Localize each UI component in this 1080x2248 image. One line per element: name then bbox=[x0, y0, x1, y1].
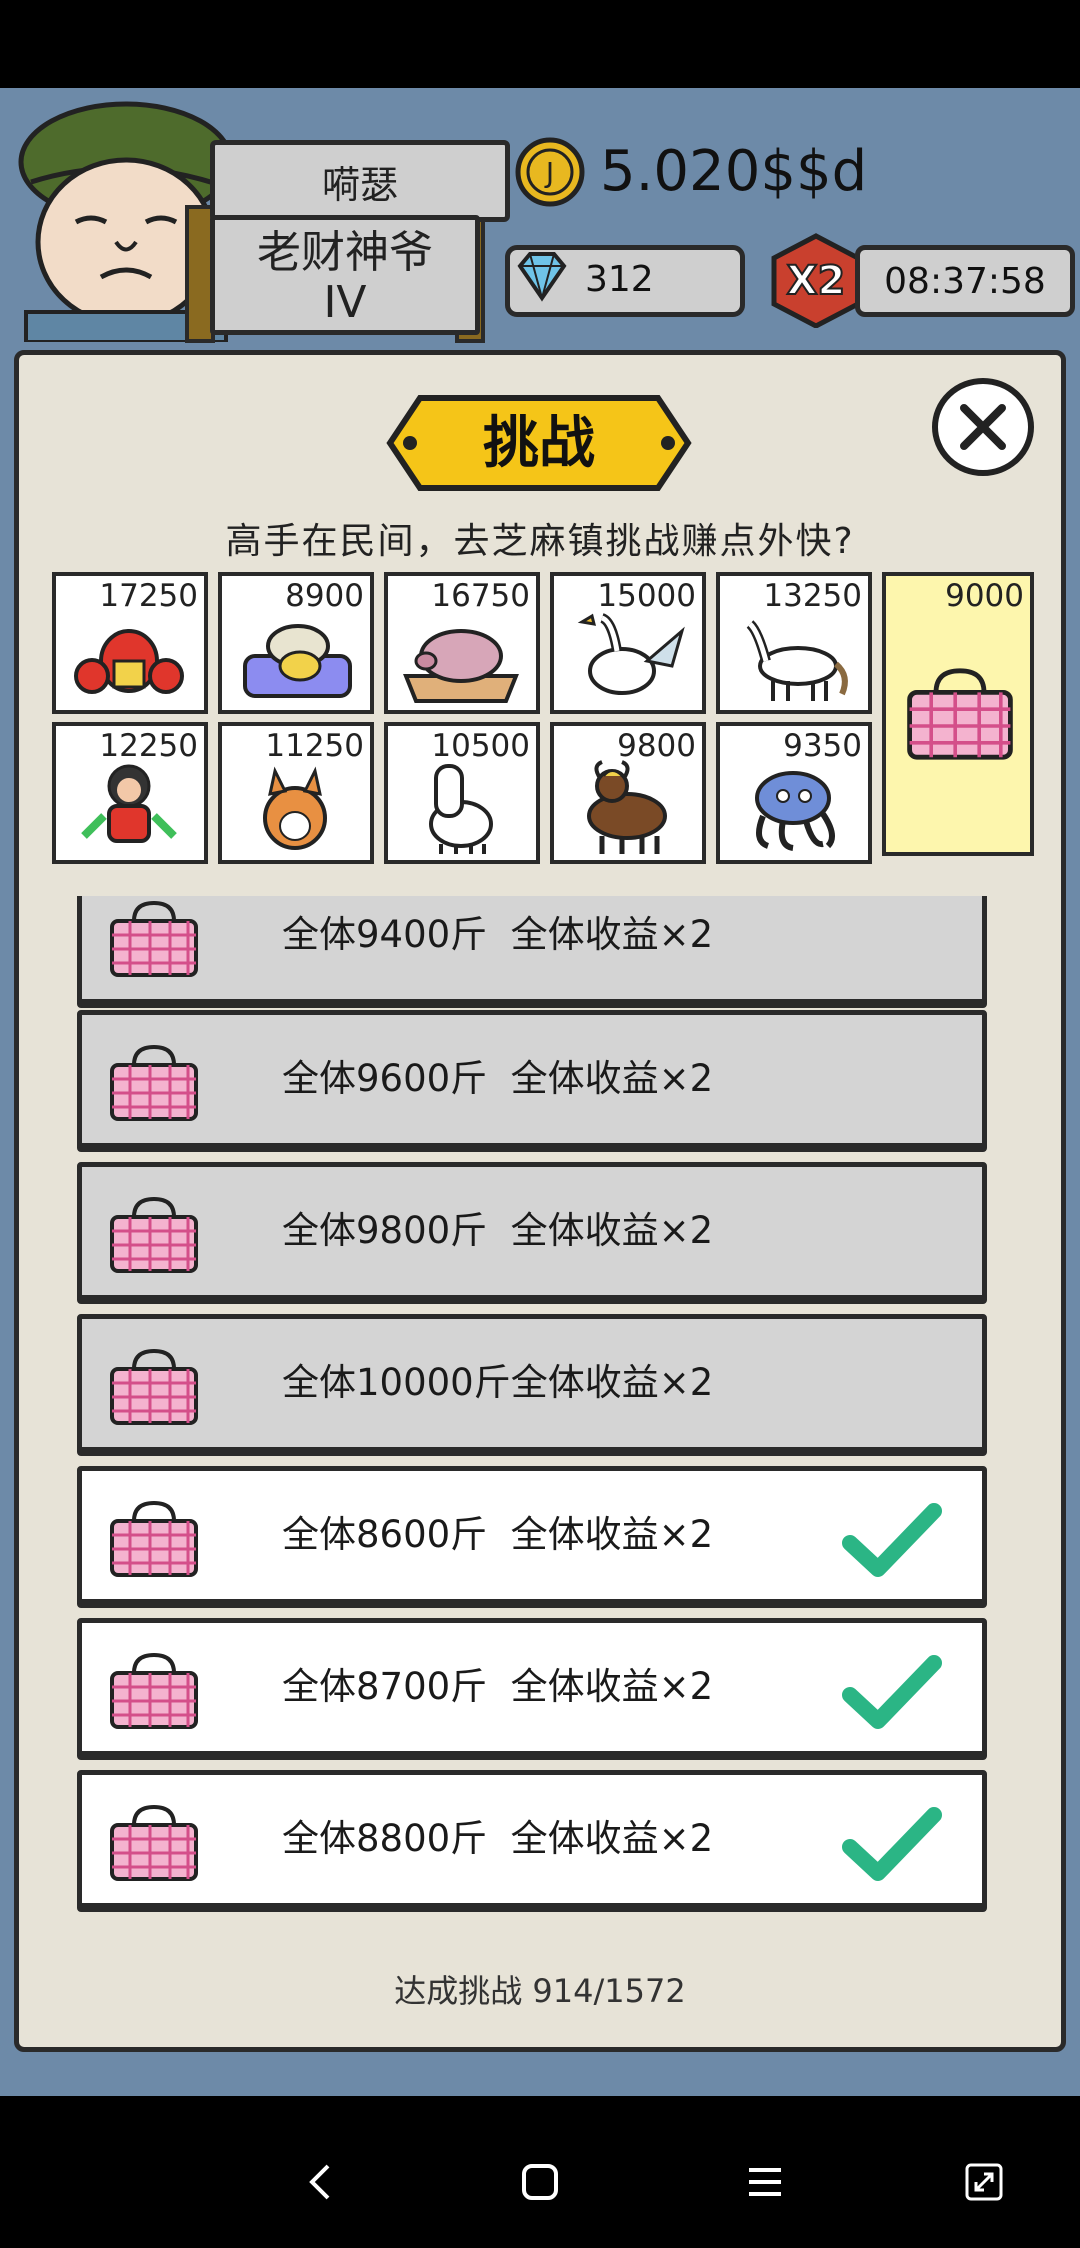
boost-timer: 08:37:58 bbox=[855, 245, 1075, 317]
yak-icon bbox=[587, 760, 667, 854]
challenge-row-text: 全体9800斤 全体收益×2 bbox=[282, 1209, 714, 1252]
rank-level: IV bbox=[323, 277, 367, 328]
challenge-row-text: 全体8700斤 全体收益×2 bbox=[282, 1665, 714, 1708]
lobster-icon bbox=[74, 629, 184, 694]
checkmark-icon bbox=[842, 1807, 942, 1881]
challenge-card[interactable]: 13250 bbox=[716, 572, 872, 714]
checkmark-icon bbox=[842, 1655, 942, 1729]
challenge-card[interactable]: 12250 bbox=[52, 722, 208, 864]
plaid-bag-icon bbox=[110, 1500, 198, 1577]
challenge-row-text: 全体9400斤 全体收益×2 bbox=[282, 913, 714, 956]
challenge-card[interactable]: 17250 bbox=[52, 572, 208, 714]
challenge-row[interactable]: 全体10000斤全体收益×2 bbox=[77, 1314, 987, 1452]
monkey-icon bbox=[81, 764, 177, 843]
plaid-bag-icon bbox=[110, 1652, 198, 1729]
challenge-card[interactable]: 15000 bbox=[550, 572, 706, 714]
challenge-row-text: 全体8600斤 全体收益×2 bbox=[282, 1513, 714, 1556]
svg-text:J: J bbox=[544, 156, 554, 189]
shiba-dog-icon bbox=[263, 766, 327, 850]
plaid-bag-icon bbox=[110, 900, 198, 977]
challenge-row[interactable]: 全体8800斤 全体收益×2 bbox=[77, 1770, 987, 1908]
back-icon[interactable] bbox=[300, 2160, 344, 2204]
player-name[interactable]: 嗬瑟 bbox=[210, 140, 510, 222]
challenge-list[interactable]: 全体9400斤 全体收益×2 全体9600斤 全体收益×2 全体9800斤 全体收益… bbox=[60, 896, 1020, 1916]
challenge-row[interactable]: 全体9400斤 全体收益×2 bbox=[77, 896, 987, 1004]
plaid-bag-icon bbox=[110, 1804, 198, 1881]
rank-title: 老财神爷 bbox=[257, 227, 433, 278]
challenge-row-text: 全体10000斤全体收益×2 bbox=[282, 1361, 714, 1404]
checkmark-icon bbox=[842, 1503, 942, 1577]
status-bar bbox=[0, 0, 1080, 88]
challenge-card[interactable]: 16750 bbox=[384, 572, 540, 714]
gem-balance: 312 bbox=[585, 259, 654, 300]
plaid-bag-icon bbox=[110, 1044, 198, 1121]
coin-balance: 5.020$$d bbox=[600, 139, 868, 204]
challenge-card[interactable]: 9800 bbox=[550, 722, 706, 864]
challenge-row-text: 全体8800斤 全体收益×2 bbox=[282, 1817, 714, 1860]
home-icon[interactable] bbox=[518, 2160, 562, 2204]
screen-toggle-icon[interactable] bbox=[962, 2160, 1006, 2204]
panel-title: 挑战 bbox=[483, 411, 595, 476]
recent-apps-icon[interactable] bbox=[743, 2160, 787, 2204]
octopus-icon bbox=[755, 771, 835, 851]
alpaca-icon bbox=[429, 764, 493, 854]
x2-multiplier-icon[interactable]: X2 bbox=[768, 232, 864, 328]
challenge-card[interactable]: 9000 bbox=[882, 572, 1034, 856]
player-rank: 老财神爷 IV bbox=[210, 215, 480, 335]
challenge-progress: 达成挑战 914/1572 bbox=[394, 1972, 686, 2010]
panel-subtitle: 高手在民间，去芝麻镇挑战赚点外快? bbox=[225, 521, 855, 562]
goose-icon bbox=[577, 613, 685, 695]
title-banner: 挑战 bbox=[386, 395, 692, 491]
plaid-bag-icon bbox=[110, 1348, 198, 1425]
diamond-icon bbox=[517, 252, 567, 302]
plaid-bag-icon bbox=[907, 668, 1013, 760]
svg-text:X2: X2 bbox=[787, 258, 846, 304]
card-value: 9000 bbox=[945, 578, 1024, 614]
white-horse-icon bbox=[746, 620, 848, 701]
coin-icon: J bbox=[515, 137, 585, 207]
challenge-row[interactable]: 全体9600斤 全体收益×2 bbox=[77, 1010, 987, 1148]
pig-icon bbox=[403, 629, 519, 703]
challenge-card[interactable]: 10500 bbox=[384, 722, 540, 864]
challenge-card[interactable]: 11250 bbox=[218, 722, 374, 864]
plaid-bag-icon bbox=[110, 1196, 198, 1273]
challenge-row[interactable]: 全体9800斤 全体收益×2 bbox=[77, 1162, 987, 1300]
close-button[interactable] bbox=[930, 372, 1036, 478]
challenge-card[interactable]: 9350 bbox=[716, 722, 872, 864]
fish-on-sofa-icon bbox=[243, 624, 352, 698]
challenge-row[interactable]: 全体8600斤 全体收益×2 bbox=[77, 1466, 987, 1604]
challenge-row-text: 全体9600斤 全体收益×2 bbox=[282, 1057, 714, 1100]
challenge-card[interactable]: 8900 bbox=[218, 572, 374, 714]
challenge-row[interactable]: 全体8700斤 全体收益×2 bbox=[77, 1618, 987, 1756]
